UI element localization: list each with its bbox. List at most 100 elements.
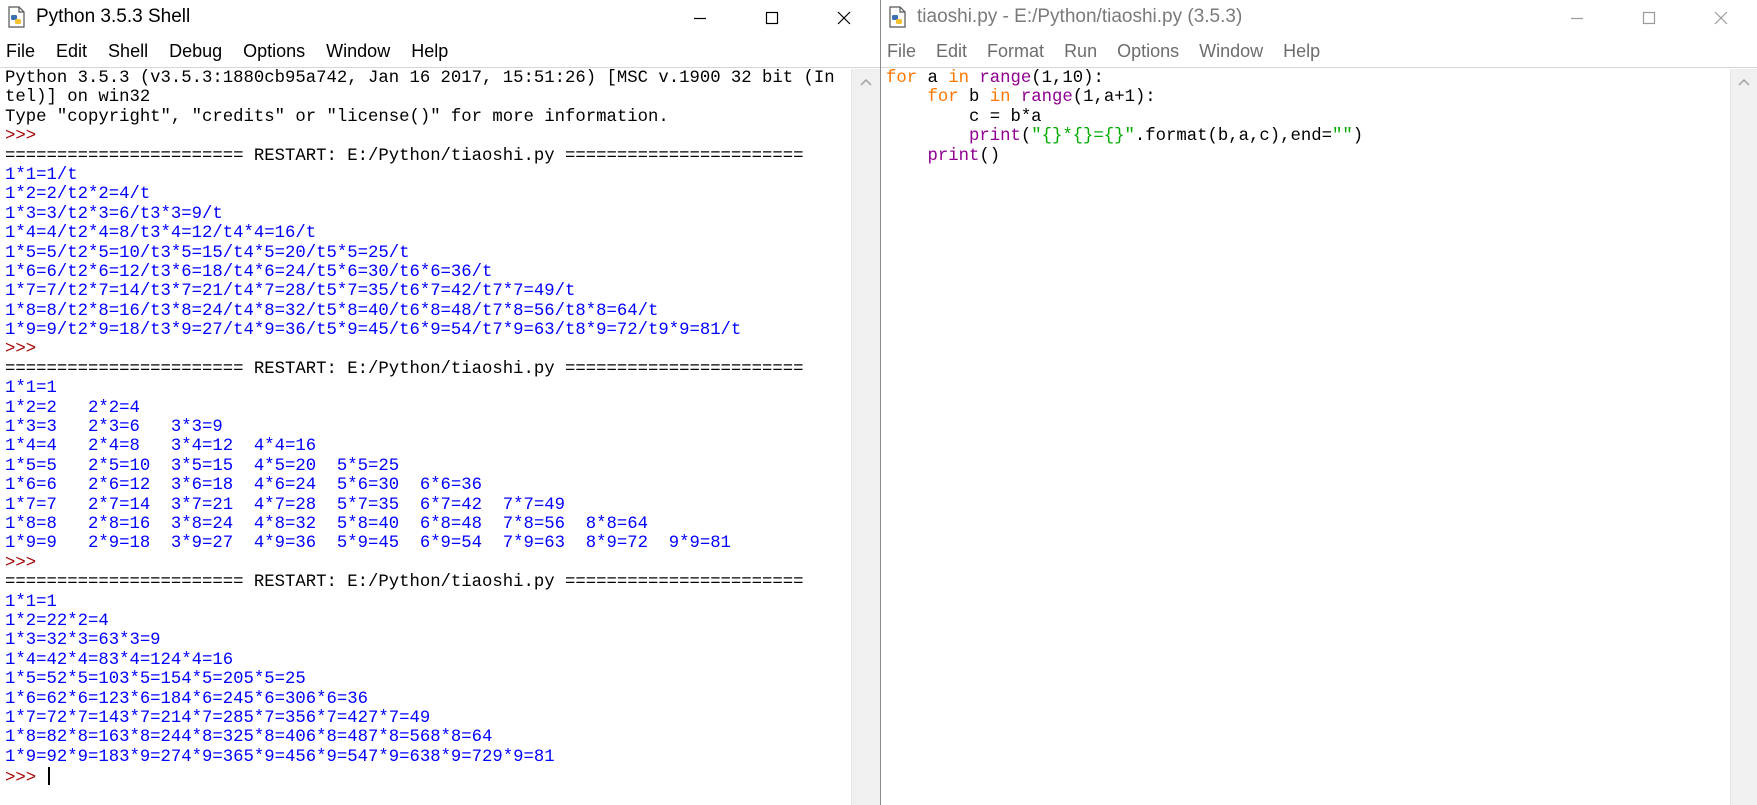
editor-window: tiaoshi.py - E:/Python/tiaoshi.py (3.5.3… xyxy=(881,0,1757,805)
code-line: for a in range(1,10): xyxy=(881,69,1731,88)
menu-window[interactable]: Window xyxy=(1199,41,1263,62)
shell-input-line[interactable]: >>> xyxy=(0,767,852,789)
menu-file[interactable]: File xyxy=(6,41,35,62)
code-token-kw: in xyxy=(948,69,969,88)
shell-output-line: 1*4=4 2*4=8 3*4=12 4*4=16 xyxy=(5,437,317,457)
code-token-str: "" xyxy=(1331,127,1353,147)
maximize-icon xyxy=(1642,11,1656,24)
shell-output-line: 1*6=6 2*6=12 3*6=18 4*6=24 5*6=30 6*6=36 xyxy=(5,476,483,496)
shell-line: ======================= RESTART: E:/Pyth… xyxy=(5,146,804,166)
menu-options[interactable]: Options xyxy=(243,41,305,62)
editor-titlebar[interactable]: tiaoshi.py - E:/Python/tiaoshi.py (3.5.3… xyxy=(881,0,1757,35)
shell-output-line: 1*9=92*9=183*9=274*9=365*9=456*9=547*9=6… xyxy=(5,747,555,767)
shell-output-line: 1*5=52*5=103*5=154*5=205*5=25 xyxy=(5,670,306,690)
code-token-bi: print xyxy=(968,127,1021,147)
shell-output-line: 1*5=5/t2*5=10/t3*5=15/t4*5=20/t5*5=25/t xyxy=(5,243,410,263)
code-token-kw: in xyxy=(989,88,1011,108)
code-token-bi: range xyxy=(1020,88,1073,108)
scroll-up-arrow-icon xyxy=(1738,78,1750,86)
code-token: ) xyxy=(1352,127,1364,147)
code-token-bi: print xyxy=(927,146,980,166)
shell-titlebar[interactable]: Python 3.5.3 Shell xyxy=(0,0,880,35)
menu-edit[interactable]: Edit xyxy=(936,41,967,62)
shell-prompt: >>> xyxy=(5,340,47,360)
shell-output-line: 1*1=1/t xyxy=(5,165,78,185)
shell-prompt: >>> xyxy=(5,127,47,147)
minimize-button[interactable] xyxy=(664,0,736,35)
shell-output-line: 1*7=7/t2*7=14/t3*7=21/t4*7=28/t5*7=35/t6… xyxy=(5,282,576,302)
code-token: (1,10): xyxy=(1031,69,1104,88)
shell-window-controls xyxy=(664,0,880,35)
code-token-bi: range xyxy=(979,69,1032,88)
editor-code-area[interactable]: for a in range(1,10): for b in range(1,a… xyxy=(881,69,1731,805)
menu-help[interactable]: Help xyxy=(411,41,448,62)
shell-window-title: Python 3.5.3 Shell xyxy=(36,6,191,27)
shell-output-line: 1*8=8 2*8=16 3*8=24 4*8=32 5*8=40 6*8=48… xyxy=(5,514,648,534)
menu-options[interactable]: Options xyxy=(1117,41,1179,62)
shell-output-line: 1*1=1 xyxy=(5,379,57,399)
editor-menubar: File Edit Format Run Options Window Help xyxy=(881,35,1757,68)
scroll-up-arrow-icon xyxy=(860,78,872,86)
shell-output-line: 1*2=2 2*2=4 xyxy=(5,398,140,418)
shell-output-line: 1*6=62*6=123*6=184*6=245*6=306*6=36 xyxy=(5,689,368,709)
minimize-icon xyxy=(694,17,706,19)
shell-prompt: >>> xyxy=(5,769,47,789)
code-token: (1,a+1): xyxy=(1072,88,1156,108)
code-token: b xyxy=(958,88,990,108)
close-button[interactable] xyxy=(1685,0,1757,35)
minimize-button[interactable] xyxy=(1541,0,1613,35)
code-token: ( xyxy=(1020,127,1032,147)
scroll-up-button[interactable] xyxy=(852,69,880,95)
maximize-icon xyxy=(765,11,779,24)
python-file-icon xyxy=(887,6,907,28)
menu-file[interactable]: File xyxy=(887,41,916,62)
menu-debug[interactable]: Debug xyxy=(169,41,222,62)
editor-vertical-scrollbar[interactable] xyxy=(1730,69,1757,805)
shell-output-line: 1*9=9 2*9=18 3*9=27 4*9=36 5*9=45 6*9=54… xyxy=(5,534,731,554)
editor-window-title: tiaoshi.py - E:/Python/tiaoshi.py (3.5.3… xyxy=(917,6,1243,27)
shell-output-line: 1*4=42*4=83*4=124*4=16 xyxy=(5,650,234,670)
shell-line: Python 3.5.3 (v3.5.3:1880cb95a742, Jan 1… xyxy=(5,69,835,88)
menu-help[interactable]: Help xyxy=(1283,41,1320,62)
menu-edit[interactable]: Edit xyxy=(56,41,87,62)
code-token-str: "{}*{}={}" xyxy=(1031,127,1135,147)
shell-output-line: 1*2=22*2=4 xyxy=(5,611,109,631)
text-cursor xyxy=(48,767,51,786)
shell-output-line: 1*3=3 2*3=6 3*3=9 xyxy=(5,418,223,438)
code-token: .format(b,a,c),end= xyxy=(1134,127,1332,147)
close-button[interactable] xyxy=(808,0,880,35)
shell-output-line: 1*7=7 2*7=14 3*7=21 4*7=28 5*7=35 6*7=42… xyxy=(5,495,566,515)
close-icon xyxy=(837,11,851,24)
code-token: a xyxy=(917,69,949,88)
shell-output-line: 1*1=1 xyxy=(5,592,57,612)
shell-text-area[interactable]: Python 3.5.3 (v3.5.3:1880cb95a742, Jan 1… xyxy=(0,69,852,805)
maximize-button[interactable] xyxy=(1613,0,1685,35)
shell-line: Type "copyright", "credits" or "license(… xyxy=(5,107,669,127)
code-token: () xyxy=(979,146,1001,166)
menu-window[interactable]: Window xyxy=(326,41,390,62)
shell-menubar: File Edit Shell Debug Options Window Help xyxy=(0,35,880,68)
menu-format[interactable]: Format xyxy=(987,41,1044,62)
close-icon xyxy=(1714,11,1728,24)
scroll-up-button[interactable] xyxy=(1731,69,1757,95)
shell-window: Python 3.5.3 Shell File Edit Shell Debug Opt… xyxy=(0,0,880,805)
shell-output-line: 1*3=32*3=63*3=9 xyxy=(5,631,161,651)
shell-output-line: 1*2=2/t2*2=4/t xyxy=(5,185,151,205)
code-line: print() xyxy=(881,147,1731,166)
maximize-button[interactable] xyxy=(736,0,808,35)
code-token: c = b*a xyxy=(886,107,1042,127)
shell-prompt: >>> xyxy=(5,553,47,573)
menu-run[interactable]: Run xyxy=(1064,41,1097,62)
shell-vertical-scrollbar[interactable] xyxy=(851,69,880,805)
code-line: c = b*a xyxy=(881,108,1731,127)
python-file-icon xyxy=(6,6,26,28)
code-line: print("{}*{}={}".format(b,a,c),end="") xyxy=(881,127,1731,146)
shell-output-line: 1*6=6/t2*6=12/t3*6=18/t4*6=24/t5*6=30/t6… xyxy=(5,262,493,282)
menu-shell[interactable]: Shell xyxy=(108,41,148,62)
shell-line: ======================= RESTART: E:/Pyth… xyxy=(5,359,804,379)
code-line: for b in range(1,a+1): xyxy=(881,88,1731,107)
